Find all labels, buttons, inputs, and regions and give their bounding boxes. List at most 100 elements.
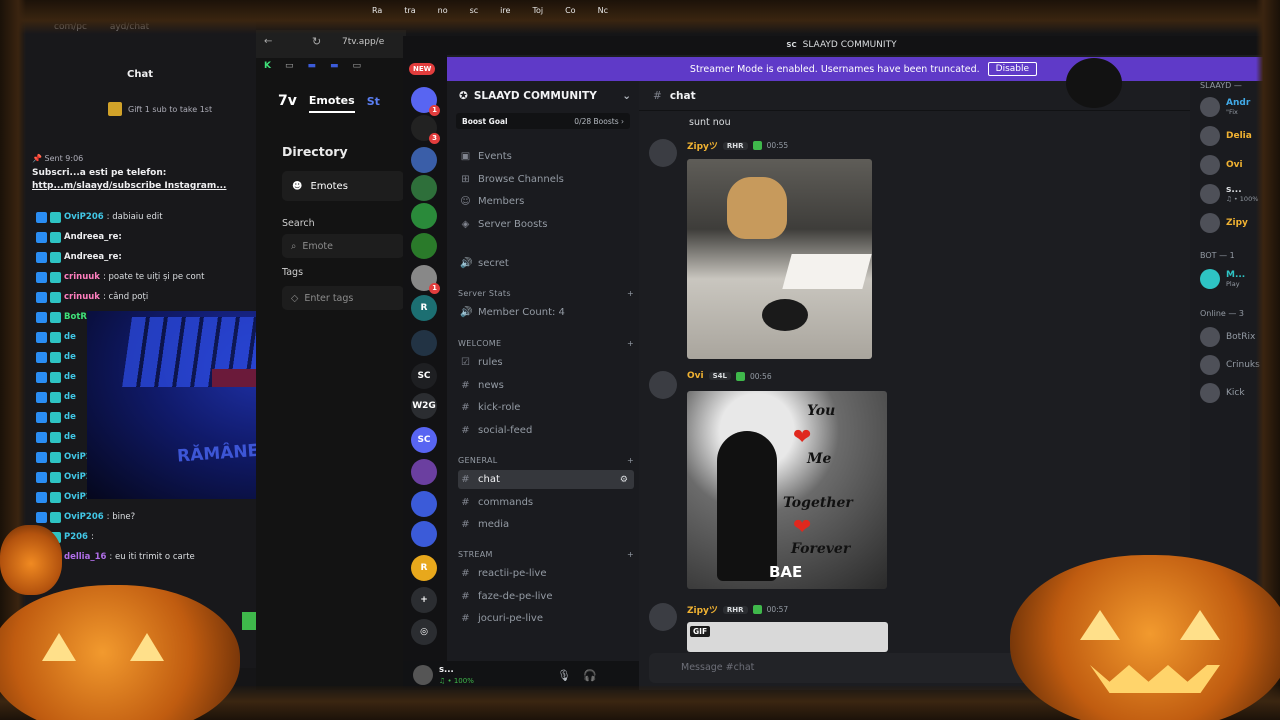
channel-news[interactable]: # news bbox=[458, 376, 634, 395]
folder-icon[interactable]: ▭ bbox=[353, 61, 362, 77]
browser-tab[interactable]: sc bbox=[470, 6, 479, 15]
server-icon[interactable] bbox=[411, 330, 437, 356]
server-icon[interactable]: R bbox=[411, 295, 437, 321]
settings-gear-icon[interactable]: ⚙ bbox=[620, 475, 628, 485]
tags-input[interactable]: ◇ Enter tags bbox=[282, 286, 404, 310]
browser-tab[interactable]: Toj bbox=[532, 6, 543, 15]
plus-icon[interactable]: + bbox=[627, 339, 634, 348]
chat-username[interactable]: dellia_16 bbox=[64, 547, 106, 567]
browser-tab[interactable]: ire bbox=[500, 6, 510, 15]
back-icon[interactable]: ← bbox=[264, 36, 272, 47]
chat-username[interactable]: de bbox=[64, 407, 76, 427]
chat-username[interactable]: OviP206 bbox=[64, 507, 104, 527]
chat-username[interactable]: crinuuk bbox=[64, 267, 100, 287]
chat-username[interactable]: de bbox=[64, 387, 76, 407]
plus-icon[interactable]: + bbox=[627, 550, 634, 559]
message-input[interactable]: Message #chat bbox=[649, 653, 1180, 683]
bookmark-icon[interactable]: ▬ bbox=[330, 61, 339, 77]
browser-tab[interactable]: Co bbox=[565, 6, 575, 15]
channel-commands[interactable]: # commands bbox=[458, 493, 634, 512]
server-icon[interactable]: ◎ bbox=[411, 619, 437, 645]
chat-username[interactable]: OviP206 bbox=[64, 207, 104, 227]
category-server-stats[interactable]: Server Stats + bbox=[458, 289, 634, 298]
server-icon[interactable]: SC bbox=[411, 363, 437, 389]
send-button[interactable] bbox=[242, 612, 256, 630]
channel-chat[interactable]: # chat ⚙ bbox=[458, 470, 634, 489]
member-item[interactable]: Kick bbox=[1200, 383, 1280, 403]
chat-username[interactable]: de bbox=[64, 427, 76, 447]
chat-username[interactable]: crinuuk bbox=[64, 287, 100, 307]
channel-secret[interactable]: 🔊 secret bbox=[458, 254, 634, 273]
server-icon[interactable]: 3 bbox=[411, 115, 440, 144]
browser-tab[interactable]: Nc bbox=[598, 6, 608, 15]
chat-username[interactable]: BotRi bbox=[64, 307, 90, 327]
server-icon[interactable] bbox=[411, 459, 437, 485]
chat-username[interactable]: P206 bbox=[64, 527, 88, 547]
server-icon[interactable] bbox=[411, 175, 437, 201]
member-item[interactable]: Ovi bbox=[1200, 155, 1280, 175]
server-nav-server-boosts[interactable]: ◈ Server Boosts bbox=[458, 215, 634, 234]
server-icon[interactable]: + bbox=[411, 587, 437, 613]
server-icon[interactable] bbox=[411, 203, 437, 229]
category-header[interactable]: GENERAL + bbox=[458, 456, 634, 465]
server-name-header[interactable]: ✪ SLAAYD COMMUNITY ⌄ bbox=[459, 90, 631, 102]
channel-social-feed[interactable]: # social-feed bbox=[458, 421, 634, 440]
kick-bookmark-icon[interactable]: K bbox=[264, 61, 271, 77]
emotes-directory-button[interactable]: ☻ Emotes bbox=[282, 171, 404, 201]
plus-icon[interactable]: + bbox=[627, 456, 634, 465]
avatar[interactable] bbox=[649, 371, 677, 399]
emote-search-input[interactable]: ⌕ Emote bbox=[282, 234, 404, 258]
gif-image[interactable]: GIF bbox=[687, 622, 888, 652]
channel-kick-role[interactable]: # kick-role bbox=[458, 398, 634, 417]
member-item[interactable]: Crinuks bbox=[1200, 355, 1280, 375]
member-item[interactable]: M... Play bbox=[1200, 269, 1280, 289]
server-icon[interactable] bbox=[411, 491, 437, 517]
chat-username[interactable]: Andreea_re: bbox=[64, 227, 122, 247]
message-author[interactable]: Zipyツ bbox=[687, 139, 718, 152]
gift-sub-banner[interactable]: Gift 1 sub to take 1st bbox=[108, 102, 212, 116]
chat-username[interactable]: de bbox=[64, 327, 76, 347]
chat-username[interactable]: de bbox=[64, 367, 76, 387]
server-icon[interactable]: 1 bbox=[411, 87, 440, 116]
address-bar[interactable]: 7tv.app/e bbox=[342, 37, 384, 47]
avatar[interactable] bbox=[649, 139, 677, 167]
member-count-channel[interactable]: 🔊 Member Count: 4 bbox=[458, 303, 634, 322]
headphones-icon[interactable]: 🎧 bbox=[583, 669, 597, 682]
channel-media[interactable]: # media bbox=[458, 515, 634, 534]
channel-rules[interactable]: ☑ rules bbox=[458, 353, 634, 372]
reload-icon[interactable]: ↻ bbox=[312, 35, 321, 48]
cat-gif-image[interactable] bbox=[687, 159, 872, 359]
server-icon[interactable]: SC bbox=[411, 427, 437, 453]
category-header[interactable]: WELCOME + bbox=[458, 339, 634, 348]
server-icon[interactable] bbox=[411, 233, 437, 259]
tab-store[interactable]: St bbox=[367, 95, 380, 108]
browser-tab[interactable]: tra bbox=[404, 6, 415, 15]
message-author[interactable]: Zipyツ bbox=[687, 603, 718, 616]
member-item[interactable]: s... ♫ • 100% bbox=[1200, 184, 1280, 204]
member-item[interactable]: Andr "Fix bbox=[1200, 97, 1280, 117]
server-icon[interactable]: W2G bbox=[411, 393, 437, 419]
server-nav-events[interactable]: ▣ Events bbox=[458, 147, 634, 166]
server-nav-members[interactable]: ☺ Members bbox=[458, 192, 634, 211]
server-icon[interactable] bbox=[411, 147, 437, 173]
avatar[interactable] bbox=[413, 665, 433, 685]
member-item[interactable]: Zipy bbox=[1200, 213, 1280, 233]
member-item[interactable]: Delia bbox=[1200, 126, 1280, 146]
browser-tab[interactable]: Ra bbox=[372, 6, 382, 15]
disable-streamer-mode-button[interactable]: Disable bbox=[987, 62, 1038, 76]
channel-faze-de-pe-live[interactable]: # faze-de-pe-live bbox=[458, 587, 634, 606]
browser-tab[interactable]: no bbox=[438, 6, 448, 15]
chat-username[interactable]: de bbox=[64, 347, 76, 367]
server-nav-browse-channels[interactable]: ⊞ Browse Channels bbox=[458, 170, 634, 189]
avatar[interactable] bbox=[649, 603, 677, 631]
chat-username[interactable]: Andreea_re: bbox=[64, 247, 122, 267]
folder-icon[interactable]: ▭ bbox=[285, 61, 294, 77]
server-icon[interactable]: 1 bbox=[411, 265, 440, 294]
bookmark-icon[interactable]: ▬ bbox=[308, 61, 317, 77]
channel-reactii-pe-live[interactable]: # reactii-pe-live bbox=[458, 564, 634, 583]
tab-emotes[interactable]: Emotes bbox=[308, 90, 355, 113]
server-icon[interactable]: R bbox=[411, 555, 437, 581]
plus-icon[interactable]: + bbox=[627, 289, 634, 298]
member-item[interactable]: BotRix bbox=[1200, 327, 1280, 347]
microphone-icon[interactable]: 🎙 bbox=[557, 669, 571, 682]
